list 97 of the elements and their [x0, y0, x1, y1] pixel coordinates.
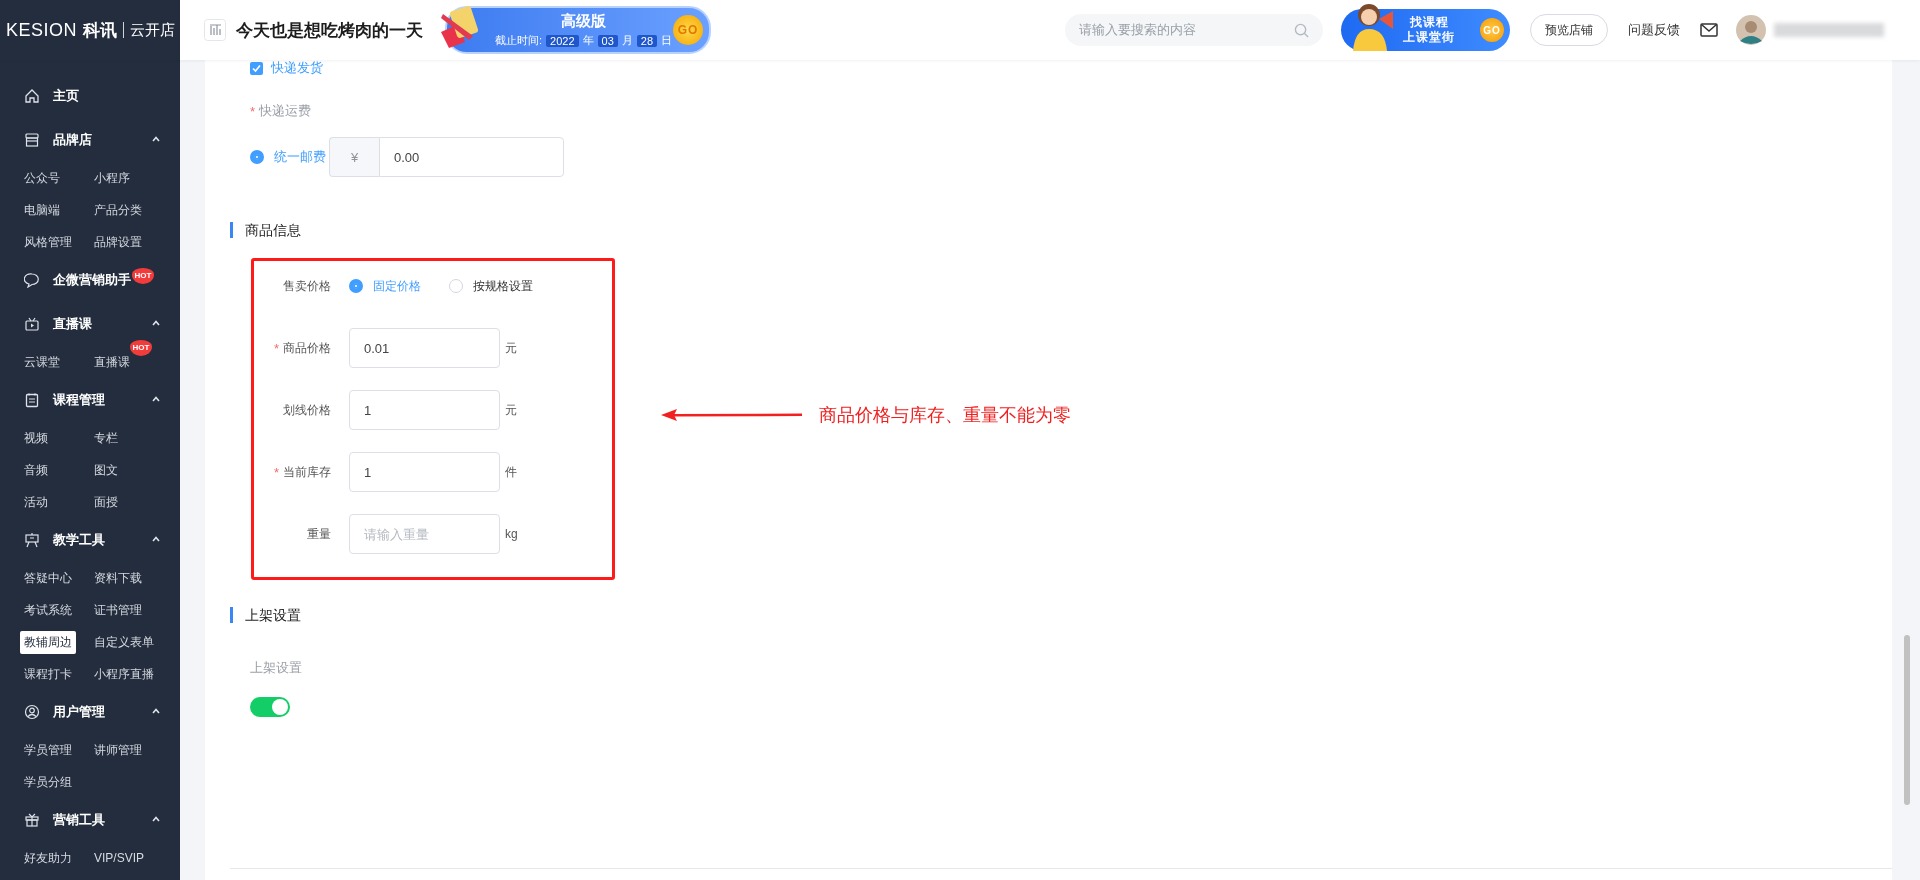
nav-group[interactable]: 营销工具: [53, 811, 105, 829]
checkbox[interactable]: [250, 61, 263, 75]
nav-item[interactable]: 学员分组: [20, 770, 76, 794]
input-field[interactable]: 1: [349, 452, 500, 492]
nav-item[interactable]: 自定义表单: [90, 630, 158, 654]
radio-button[interactable]: [349, 279, 363, 293]
hot-badge: HOT: [132, 268, 154, 284]
unit-label: 元: [505, 339, 517, 357]
nav-item[interactable]: 音频: [20, 458, 52, 482]
feedback-link[interactable]: 问题反馈: [1628, 21, 1680, 39]
preview-store-button[interactable]: 预览店铺: [1530, 14, 1608, 46]
unit-label: 元: [505, 401, 517, 419]
deadline-label: 截止时间:: [495, 33, 543, 48]
radio-button[interactable]: [449, 279, 463, 293]
gift-icon: [24, 812, 40, 828]
chat-icon: [24, 272, 40, 288]
nav-item[interactable]: 小程序直播: [90, 662, 158, 686]
nav-item[interactable]: 云课堂: [20, 350, 64, 374]
nav-group[interactable]: 直播课: [53, 315, 92, 333]
nav-item[interactable]: 小程序: [90, 166, 134, 190]
deadline-month: 03: [597, 34, 618, 47]
plan-title: 高级版: [561, 12, 606, 31]
brand-name: 科讯: [83, 19, 118, 42]
nav-item[interactable]: 好友助力: [20, 846, 76, 870]
board-icon: [24, 532, 40, 548]
promo-text: 上课堂街: [1403, 30, 1455, 45]
video-icon: [24, 316, 40, 332]
deadline-day: 28: [636, 34, 658, 47]
section-title: 商品信息: [230, 222, 301, 238]
nav-item[interactable]: 考试系统: [20, 598, 76, 622]
radio-label: 统一邮费: [274, 148, 326, 166]
input-field[interactable]: 0.00: [379, 137, 564, 177]
hot-badge: HOT: [130, 340, 152, 356]
nav-item[interactable]: 证书管理: [90, 598, 146, 622]
nav-item[interactable]: 讲师管理: [90, 738, 146, 762]
checkbox-label: 快递发货: [271, 59, 323, 77]
field-label: 快递运费: [259, 102, 312, 120]
nav-item[interactable]: 课程打卡: [20, 662, 76, 686]
nav-item[interactable]: 图文: [90, 458, 122, 482]
date-unit: 年: [582, 33, 594, 48]
nav-group[interactable]: 品牌店: [53, 131, 92, 149]
radio-label: 按规格设置: [473, 277, 533, 295]
search-icon: [1294, 22, 1309, 38]
field-label: 上架设置: [250, 659, 302, 677]
nav-item[interactable]: VIP/SVIP: [90, 848, 149, 868]
nav-group[interactable]: 主页: [53, 87, 79, 105]
avatar: [1736, 15, 1766, 45]
user-icon: [24, 704, 40, 720]
input-field[interactable]: 0.01: [349, 328, 500, 368]
mail-icon: [1700, 23, 1718, 37]
required-mark: *: [273, 340, 279, 356]
promo-text: 找课程: [1409, 15, 1449, 30]
field-label: 重量: [307, 525, 331, 543]
toggle-switch[interactable]: [250, 697, 290, 717]
nav-group[interactable]: 教学工具: [53, 531, 105, 549]
field-label: 划线价格: [283, 401, 331, 419]
nav-group[interactable]: 用户管理: [53, 703, 105, 721]
nav-group[interactable]: 课程管理: [53, 391, 105, 409]
required-mark: *: [273, 464, 279, 480]
required-mark: *: [250, 103, 256, 119]
field-label: 商品价格: [283, 339, 331, 357]
brand-logo-text: KESION: [6, 19, 78, 41]
nav-item[interactable]: 产品分类: [90, 198, 146, 222]
annotation-text: 商品价格与库存、重量不能为零: [819, 404, 1071, 427]
nav-item[interactable]: 专栏: [90, 426, 122, 450]
nav-item[interactable]: 风格管理: [20, 230, 76, 254]
input-field[interactable]: 1: [349, 390, 500, 430]
unit-label: kg: [505, 527, 518, 541]
nav-item[interactable]: 品牌设置: [90, 230, 146, 254]
radio-label: 固定价格: [373, 277, 421, 295]
nav-item[interactable]: 活动: [20, 490, 52, 514]
unit-label: 件: [505, 463, 517, 481]
bar-chart-icon: [204, 19, 226, 41]
scrollbar-thumb[interactable]: [1904, 635, 1910, 805]
nav-item[interactable]: 教辅周边: [20, 630, 76, 654]
home-icon: [24, 88, 40, 104]
date-unit: 月: [621, 33, 633, 48]
deadline-year: 2022: [546, 34, 579, 47]
clipboard-icon: [24, 392, 40, 408]
currency-prefix: ¥: [329, 137, 379, 177]
nav-item[interactable]: 学员管理: [20, 738, 76, 762]
nav-item[interactable]: 电脑端: [20, 198, 64, 222]
field-label: 售卖价格: [282, 277, 331, 295]
product-name: 云开店: [130, 20, 176, 40]
radio-button[interactable]: [250, 150, 264, 164]
input-field[interactable]: 请输入重量: [349, 514, 500, 554]
nav-item[interactable]: 面授: [90, 490, 122, 514]
nav-item[interactable]: 资料下载: [90, 566, 146, 590]
nav-group[interactable]: 企微营销助手: [53, 271, 131, 289]
store-icon: [24, 132, 40, 148]
nav-item[interactable]: 答疑中心: [20, 566, 76, 590]
nav-item[interactable]: 公众号: [20, 166, 64, 190]
store-title: 今天也是想吃烤肉的一天: [236, 19, 423, 42]
nav-item[interactable]: 视频: [20, 426, 52, 450]
date-unit: 日: [661, 33, 673, 48]
section-title: 上架设置: [230, 607, 301, 623]
field-label: 当前库存: [283, 463, 331, 481]
